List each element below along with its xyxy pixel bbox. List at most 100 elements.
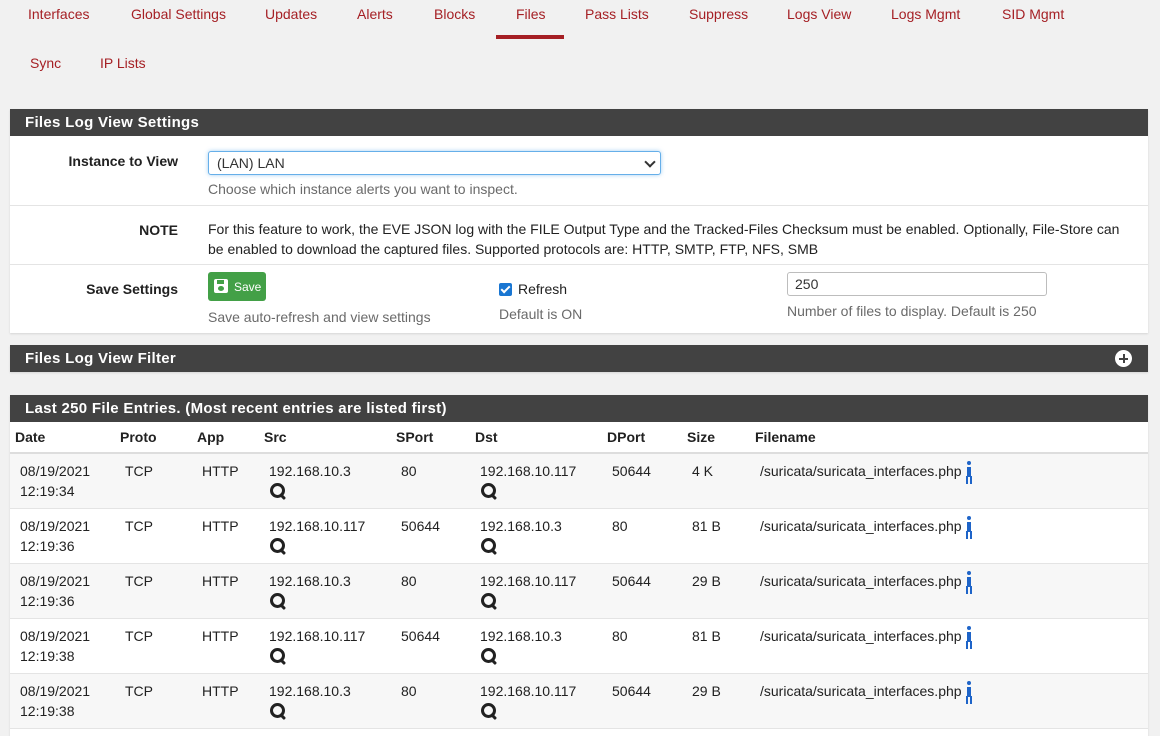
col-filename[interactable]: Filename: [750, 422, 1148, 454]
size-cell: 29 B: [682, 673, 750, 729]
refresh-help: Default is ON: [499, 306, 583, 322]
settings-panel: Files Log View Settings Instance to View…: [10, 109, 1148, 333]
tab-blocks[interactable]: Blocks: [434, 6, 475, 22]
dst-cell: 192.168.10.117: [470, 563, 602, 619]
expand-plus-icon[interactable]: [1115, 350, 1132, 367]
src-ip: 192.168.10.3: [269, 682, 351, 699]
tab-pass-lists[interactable]: Pass Lists: [585, 6, 649, 22]
col-date[interactable]: Date: [10, 422, 115, 454]
col-src[interactable]: Src: [259, 422, 391, 454]
search-icon[interactable]: [480, 537, 498, 555]
col-app[interactable]: App: [192, 422, 259, 454]
tab-sid-mgmt[interactable]: SID Mgmt: [1002, 6, 1064, 22]
files-table: Date Proto App Src SPort Dst DPort Size …: [10, 422, 1148, 729]
date-cell: 08/19/2021 12:19:38: [10, 673, 115, 729]
col-dst[interactable]: Dst: [470, 422, 602, 454]
tab-global-settings[interactable]: Global Settings: [131, 6, 226, 22]
filename-text: /suricata/suricata_interfaces.php: [760, 463, 962, 479]
filter-panel-title[interactable]: Files Log View Filter: [10, 345, 1148, 372]
dst-cell: 192.168.10.117: [470, 673, 602, 729]
col-sport[interactable]: SPort: [391, 422, 470, 454]
info-icon[interactable]: [965, 680, 973, 699]
app-cell: HTTP: [192, 453, 259, 509]
proto-cell: TCP: [115, 673, 192, 729]
instance-select[interactable]: (LAN) LAN: [208, 151, 661, 175]
col-proto[interactable]: Proto: [115, 422, 192, 454]
filename-cell: /suricata/suricata_interfaces.php: [750, 618, 1148, 674]
tab-logs-mgmt[interactable]: Logs Mgmt: [891, 6, 960, 22]
date-text: 08/19/2021: [20, 572, 91, 589]
filename-cell: /suricata/suricata_interfaces.php: [750, 563, 1148, 619]
dst-cell: 192.168.10.117: [470, 453, 602, 509]
app-cell: HTTP: [192, 618, 259, 674]
src-cell: 192.168.10.117: [259, 508, 391, 564]
filter-panel: Files Log View Filter: [10, 345, 1148, 372]
time-text: 12:19:36: [20, 537, 75, 554]
proto-cell: TCP: [115, 508, 192, 564]
time-text: 12:19:38: [20, 702, 75, 719]
dst-cell: 192.168.10.3: [470, 508, 602, 564]
proto-cell: TCP: [115, 563, 192, 619]
info-icon[interactable]: [965, 625, 973, 644]
col-size[interactable]: Size: [682, 422, 750, 454]
dst-ip: 192.168.10.117: [480, 572, 577, 589]
app-cell: HTTP: [192, 563, 259, 619]
file-count-input[interactable]: [787, 272, 1047, 296]
sport-cell: 80: [391, 563, 470, 619]
proto-cell: TCP: [115, 453, 192, 509]
search-icon[interactable]: [269, 647, 287, 665]
filename-cell: /suricata/suricata_interfaces.php: [750, 453, 1148, 509]
tab-ip-lists[interactable]: IP Lists: [100, 55, 146, 71]
size-cell: 4 K: [682, 453, 750, 509]
search-icon[interactable]: [480, 702, 498, 720]
src-cell: 192.168.10.3: [259, 563, 391, 619]
sport-cell: 50644: [391, 618, 470, 674]
tab-alerts[interactable]: Alerts: [357, 6, 393, 22]
filename-text: /suricata/suricata_interfaces.php: [760, 682, 962, 699]
tab-sync[interactable]: Sync: [30, 55, 61, 71]
src-cell: 192.168.10.3: [259, 453, 391, 509]
dst-cell: 192.168.10.3: [470, 618, 602, 674]
search-icon[interactable]: [480, 482, 498, 500]
info-icon[interactable]: [965, 515, 973, 534]
sport-cell: 80: [391, 673, 470, 729]
search-icon[interactable]: [480, 647, 498, 665]
src-cell: 192.168.10.117: [259, 618, 391, 674]
filter-title-text: Files Log View Filter: [25, 350, 177, 367]
refresh-label: Refresh: [518, 281, 568, 297]
src-ip: 192.168.10.3: [269, 463, 351, 479]
time-text: 12:19:36: [20, 592, 75, 609]
save-button-label: Save: [234, 279, 262, 294]
dst-ip: 192.168.10.117: [480, 682, 577, 699]
instance-row: Instance to View (LAN) LAN Choose which …: [10, 136, 1148, 206]
save-button[interactable]: Save: [208, 272, 266, 301]
instance-help: Choose which instance alerts you want to…: [208, 181, 518, 197]
search-icon[interactable]: [269, 537, 287, 555]
dst-ip: 192.168.10.3: [480, 517, 562, 534]
info-icon[interactable]: [965, 461, 973, 479]
search-icon[interactable]: [269, 482, 287, 500]
tab-logs-view[interactable]: Logs View: [787, 6, 851, 22]
tab-updates[interactable]: Updates: [265, 6, 317, 22]
dst-ip: 192.168.10.3: [480, 627, 562, 644]
table-row: 08/19/2021 12:19:36 TCP HTTP 192.168.10.3…: [10, 563, 1148, 619]
src-ip: 192.168.10.117: [269, 517, 366, 534]
size-cell: 81 B: [682, 618, 750, 674]
active-tab-indicator: [496, 35, 564, 39]
tab-files[interactable]: Files: [516, 6, 546, 22]
tab-interfaces[interactable]: Interfaces: [28, 6, 89, 22]
dport-cell: 80: [602, 618, 682, 674]
tab-suppress[interactable]: Suppress: [689, 6, 748, 22]
search-icon[interactable]: [269, 702, 287, 720]
note-text: For this feature to work, the EVE JSON l…: [208, 221, 1120, 257]
col-dport[interactable]: DPort: [602, 422, 682, 454]
size-cell: 29 B: [682, 563, 750, 619]
date-text: 08/19/2021: [20, 682, 91, 699]
proto-cell: TCP: [115, 618, 192, 674]
search-icon[interactable]: [480, 592, 498, 610]
info-icon[interactable]: [965, 570, 973, 589]
search-icon[interactable]: [269, 592, 287, 610]
filename-text: /suricata/suricata_interfaces.php: [760, 572, 962, 589]
refresh-checkbox[interactable]: [499, 283, 512, 296]
save-help: Save auto-refresh and view settings: [208, 309, 431, 325]
